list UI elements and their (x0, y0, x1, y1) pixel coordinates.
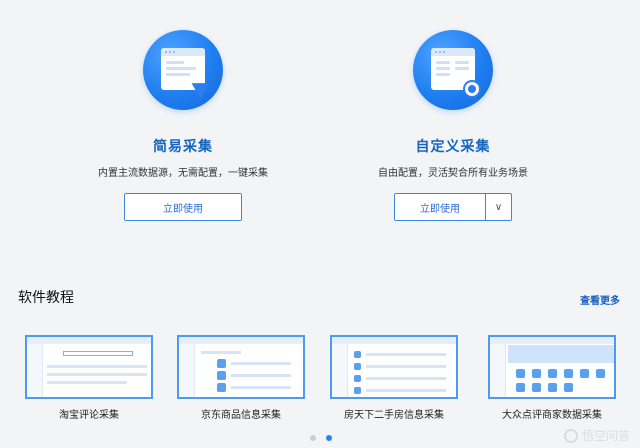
tutorials-title: 软件教程 (18, 290, 74, 306)
carousel-pager (310, 435, 332, 441)
tutorial-label: 淘宝评论采集 (59, 410, 119, 421)
custom-collect-desc: 自由配置，灵活契合所有业务场景 (378, 168, 528, 179)
tutorial-card[interactable]: 大众点评商家数据采集 (488, 335, 616, 421)
watermark: 悟空问答 (563, 427, 630, 444)
custom-collect-card: 自定义采集 自由配置，灵活契合所有业务场景 立即使用 ∨ (343, 30, 563, 221)
tutorial-thumbnail (488, 335, 616, 399)
tutorial-thumbnail (177, 335, 305, 399)
tutorial-card[interactable]: 房天下二手房信息采集 (330, 335, 458, 421)
tutorial-label: 房天下二手房信息采集 (344, 410, 444, 421)
watermark-logo-icon (563, 428, 578, 443)
tutorial-label: 京东商品信息采集 (201, 410, 281, 421)
custom-collect-icon (413, 30, 493, 110)
custom-collect-title: 自定义采集 (415, 139, 491, 155)
pager-dot[interactable] (310, 435, 316, 441)
simple-collect-desc: 内置主流数据源，无需配置，一键采集 (98, 168, 268, 179)
pager-dot-active[interactable] (326, 435, 332, 441)
custom-collect-button-group: 立即使用 ∨ (394, 193, 512, 221)
tutorial-card[interactable]: 京东商品信息采集 (177, 335, 305, 421)
tutorial-thumbnail (25, 335, 153, 399)
tutorial-thumbnail (330, 335, 458, 399)
chevron-down-icon: ∨ (494, 201, 503, 213)
tutorial-label: 大众点评商家数据采集 (502, 410, 602, 421)
simple-collect-icon (143, 30, 223, 110)
simple-collect-title: 简易采集 (153, 139, 213, 155)
custom-collect-use-button[interactable]: 立即使用 (395, 194, 485, 220)
simple-collect-use-button[interactable]: 立即使用 (125, 194, 241, 220)
custom-collect-dropdown-button[interactable]: ∨ (485, 194, 511, 220)
tutorials-more-link[interactable]: 查看更多 (580, 292, 620, 307)
simple-collect-button-group: 立即使用 (124, 193, 242, 221)
simple-collect-card: 简易采集 内置主流数据源，无需配置，一键采集 立即使用 (73, 30, 293, 221)
watermark-text: 悟空问答 (581, 429, 630, 443)
tutorial-card[interactable]: 淘宝评论采集 (25, 335, 153, 421)
gear-icon (465, 82, 479, 96)
